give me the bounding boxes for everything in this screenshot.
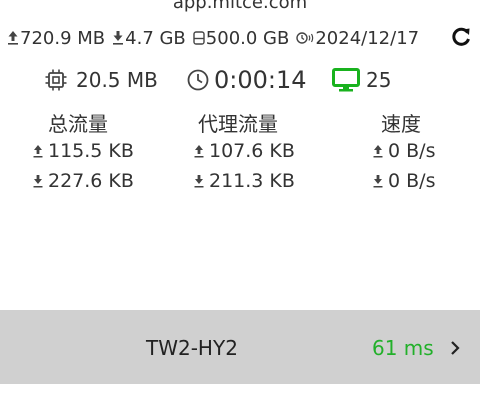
chevron-right-icon (449, 339, 461, 357)
total-download-value: 227.6 KB (48, 170, 134, 192)
server-host: app.mitce.com (172, 0, 308, 13)
storage-icon (192, 30, 206, 46)
speed-upload: 0 B/s (372, 140, 435, 162)
subscription-info: 720.9 MB 4.7 GB 500.0 GB 2024/12/17 (6, 27, 476, 49)
subscription-total: 500.0 GB (192, 27, 290, 49)
speed-download-value: 0 B/s (388, 170, 436, 192)
server-name: TW2-HY2 (146, 336, 238, 360)
subscription-expiry: 2024/12/17 (295, 28, 419, 49)
subscription-total-value: 500.0 GB (205, 27, 290, 49)
traffic-header-speed: 速度 (381, 112, 421, 136)
subscription-upload-value: 720.9 MB (20, 27, 106, 49)
download-icon (32, 173, 44, 189)
uptime-value: 0:00:14 (214, 66, 307, 94)
upload-icon (193, 143, 205, 159)
subscription-expiry-value: 2024/12/17 (315, 27, 420, 49)
download-icon (372, 173, 384, 189)
connections-stat[interactable]: 25 (332, 68, 391, 92)
total-upload-value: 115.5 KB (48, 140, 134, 162)
speed-upload-value: 0 B/s (388, 140, 436, 162)
proxy-download-value: 211.3 KB (209, 170, 295, 192)
proxy-download: 211.3 KB (193, 170, 295, 192)
total-upload: 115.5 KB (32, 140, 134, 162)
cpu-icon (44, 68, 68, 92)
clock-expiry-icon (295, 30, 315, 46)
upload-icon (6, 30, 20, 46)
upload-icon (372, 143, 384, 159)
download-icon (111, 30, 125, 46)
subscription-download: 4.7 GB (111, 28, 186, 49)
proxy-upload: 107.6 KB (193, 140, 295, 162)
traffic-header-total: 总流量 (48, 112, 108, 136)
connections-value: 25 (366, 68, 392, 92)
traffic-header-proxy: 代理流量 (198, 112, 278, 136)
speed-download: 0 B/s (372, 170, 435, 192)
uptime-stat: 0:00:14 (186, 66, 307, 94)
memory-stat: 20.5 MB (44, 68, 158, 92)
memory-value: 20.5 MB (76, 68, 158, 92)
refresh-icon[interactable] (450, 26, 472, 48)
clock-icon (186, 68, 210, 92)
server-selector[interactable]: TW2-HY2 61 ms (0, 310, 480, 384)
upload-icon (32, 143, 44, 159)
subscription-download-value: 4.7 GB (125, 27, 186, 49)
server-latency: 61 ms (372, 336, 434, 360)
download-icon (193, 173, 205, 189)
proxy-upload-value: 107.6 KB (209, 140, 295, 162)
monitor-icon (332, 68, 360, 92)
runtime-stats: 20.5 MB 0:00:14 25 (0, 66, 480, 94)
total-download: 227.6 KB (32, 170, 134, 192)
app-window: app.mitce.com 720.9 MB 4.7 GB 500.0 GB 2… (0, 0, 480, 402)
subscription-upload: 720.9 MB (6, 28, 105, 49)
